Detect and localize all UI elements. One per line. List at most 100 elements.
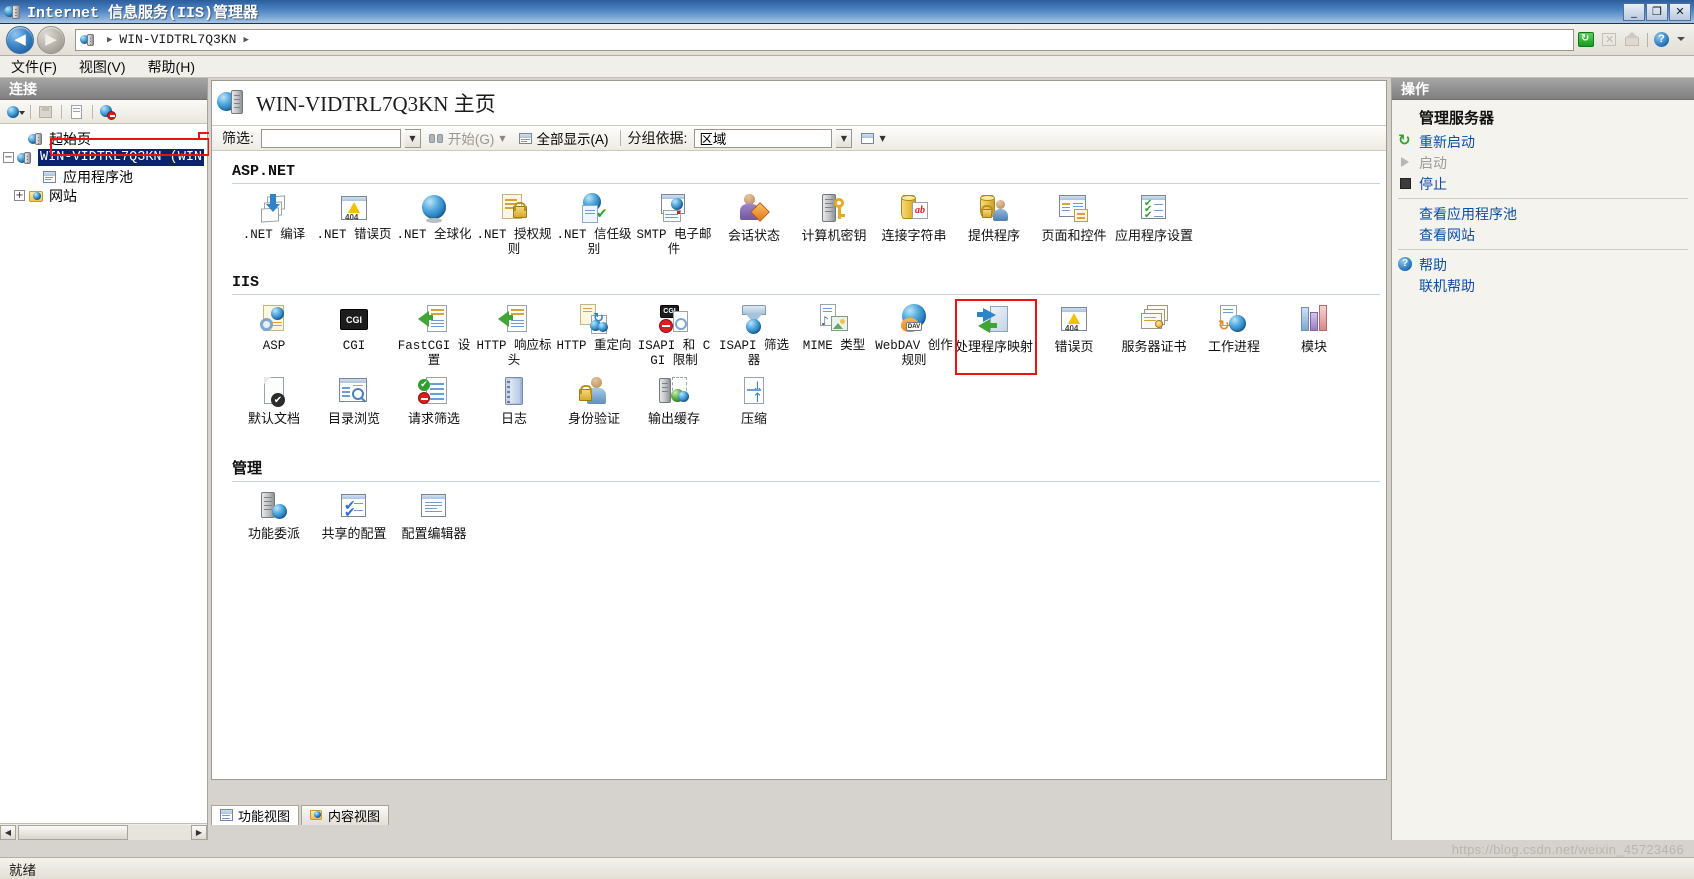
status-bar: 就绪 (0, 857, 1694, 879)
tree-expander-sites[interactable]: + (14, 190, 25, 201)
action-online-help[interactable]: 联机帮助 (1392, 275, 1694, 296)
feature-label: 服务器证书 (1121, 339, 1187, 354)
actions-divider-2 (1398, 249, 1688, 250)
scroll-thumb[interactable] (18, 824, 128, 840)
configuration-editor-icon (417, 490, 451, 524)
tree-item-label: 起始页 (49, 130, 91, 147)
filter-text-field[interactable] (261, 129, 400, 147)
feature-smtp-email[interactable]: SMTP 电子邮件 (634, 192, 714, 258)
edit-icon[interactable] (68, 103, 86, 121)
default-document-icon: ✔ (257, 375, 291, 409)
feature-session-state[interactable]: 会话状态 (714, 192, 794, 258)
dropdown-icon[interactable] (1676, 31, 1686, 48)
feature-modules[interactable]: 模块 (1274, 303, 1354, 369)
feature-worker-processes[interactable]: ↻ 工作进程 (1194, 303, 1274, 369)
disconnect-icon[interactable] (99, 103, 117, 121)
tree-item-app-pools[interactable]: 应用程序池 (0, 167, 207, 186)
filter-go-button[interactable]: 开始(G) ▼ (425, 128, 510, 148)
directory-browsing-icon (337, 375, 371, 409)
help-icon[interactable]: ? (1653, 31, 1671, 48)
forward-button[interactable]: ▶ (37, 25, 65, 54)
tree-item-server[interactable]: − WIN-VIDTRL7Q3KN (WIN (0, 148, 207, 167)
group-items-aspnet: .NET 编译 404 .NET 错误页 .NET 全球化 .NET 授权规则 … (226, 188, 1386, 260)
feature-machine-key[interactable]: 计算机密钥 (794, 192, 874, 258)
feature-connection-strings[interactable]: ab 连接字符串 (874, 192, 954, 258)
close-button[interactable]: ✕ (1669, 2, 1691, 21)
feature-asp[interactable]: ASP (234, 303, 314, 369)
feature-authentication[interactable]: 身份验证 (554, 375, 634, 437)
feature-mime-types[interactable]: ♪ MIME 类型 (794, 303, 874, 369)
feature-application-settings[interactable]: ✔ ✔ ✔ 应用程序设置 (1114, 192, 1194, 258)
tree-item-sites[interactable]: + 网站 (0, 186, 207, 205)
group-by-dropdown-icon[interactable]: ▼ (836, 128, 853, 148)
net-globalization-icon (417, 192, 451, 226)
feature-cgi[interactable]: CGI FastCGI 设置 CGI (314, 303, 394, 369)
feature-error-pages[interactable]: 404 错误页 (1034, 303, 1114, 369)
menu-file[interactable]: 文件(F) (0, 55, 68, 79)
feature-handler-mappings[interactable]: 处理程序映射 (954, 299, 1037, 375)
action-label: 帮助 (1419, 256, 1447, 273)
menu-help[interactable]: 帮助(H) (137, 55, 206, 79)
connections-header: 连接 (0, 78, 207, 100)
action-restart[interactable]: ↻ 重新启动 (1392, 131, 1694, 152)
feature-net-globalization[interactable]: .NET 全球化 (394, 192, 474, 258)
tree-item-start-page[interactable]: 起始页 (0, 129, 207, 148)
feature-label: 连接字符串 (881, 228, 947, 243)
tab-content-view[interactable]: 内容视图 (301, 805, 390, 825)
group-by-value[interactable]: 区域 (694, 128, 833, 148)
feature-http-redirect[interactable]: ↻ HTTP 重定向 (554, 303, 634, 369)
breadcrumb-server[interactable]: WIN-VIDTRL7Q3KN (119, 32, 236, 47)
feature-feature-delegation[interactable]: 功能委派 (234, 490, 314, 552)
connections-tree[interactable]: 起始页 − WIN-VIDTRL7Q3KN (WIN 应用程序池 + 网站 (0, 124, 207, 823)
feature-output-caching[interactable]: 输出缓存 (634, 375, 714, 437)
feature-http-response-headers[interactable]: HTTP 响应标头 (474, 303, 554, 369)
feature-default-document[interactable]: ✔ 默认文档 (234, 375, 314, 437)
feature-pages-and-controls[interactable]: 页面和控件 (1034, 192, 1114, 258)
refresh-icon[interactable]: ↻ (1578, 31, 1596, 48)
connections-horizontal-scrollbar[interactable]: ◀ ▶ (0, 823, 207, 840)
server-icon (17, 150, 34, 166)
action-view-app-pools[interactable]: 查看应用程序池 (1392, 203, 1694, 224)
feature-net-error-pages[interactable]: 404 .NET 错误页 (314, 192, 394, 258)
feature-shared-configuration[interactable]: ✔ ✔ 共享的配置 (314, 490, 394, 552)
feature-label: 共享的配置 (321, 526, 387, 541)
connections-toolbar (0, 100, 207, 124)
tree-expander-server[interactable]: − (3, 152, 14, 163)
feature-net-compilation[interactable]: .NET 编译 (234, 192, 314, 258)
feature-server-certificates[interactable]: 服务器证书 (1114, 303, 1194, 369)
view-mode-button[interactable]: ▼ (856, 131, 889, 146)
feature-isapi-filters[interactable]: ISAPI 筛选器 (714, 303, 794, 369)
tab-features-view[interactable]: 功能视图 (211, 805, 300, 825)
filter-input[interactable] (260, 128, 401, 148)
menu-view[interactable]: 视图(V) (68, 55, 137, 79)
filter-dropdown-icon[interactable]: ▼ (404, 128, 421, 148)
feature-fastcgi-settings[interactable]: FastCGI 设置 (394, 303, 474, 369)
address-path-field[interactable]: ▶ WIN-VIDTRL7Q3KN ▶ (75, 28, 1574, 51)
feature-webdav-authoring-rules[interactable]: DAV WebDAV 创作规则 (874, 303, 954, 369)
scroll-left-button[interactable]: ◀ (0, 824, 16, 840)
feature-directory-browsing[interactable]: 目录浏览 (314, 375, 394, 437)
feature-request-filtering[interactable]: ✔ 请求筛选 (394, 375, 474, 437)
action-help[interactable]: ? 帮助 (1392, 254, 1694, 275)
connect-to-icon[interactable] (6, 103, 25, 121)
group-items-management: 功能委派 ✔ ✔ 共享的配置 配置编辑器 (226, 486, 1386, 554)
page-title: WIN-VIDTRL7Q3KN 主页 (256, 92, 496, 116)
feature-net-authorization-rules[interactable]: .NET 授权规则 (474, 192, 554, 258)
feature-net-trust-levels[interactable]: ✔ .NET 信任级别 (554, 192, 634, 258)
feature-configuration-editor[interactable]: 配置编辑器 (394, 490, 474, 552)
feature-isapi-cgi-restrictions[interactable]: CGI ISAPI 和 CGI 限制 (634, 303, 714, 369)
action-view-sites[interactable]: 查看网站 (1392, 224, 1694, 245)
feature-label: .NET 信任级别 (556, 228, 632, 257)
maximize-button[interactable]: ❐ (1646, 2, 1668, 21)
feature-logging[interactable]: 日志 (474, 375, 554, 437)
scroll-right-button[interactable]: ▶ (191, 824, 207, 840)
pages-and-controls-icon (1057, 192, 1091, 226)
show-all-button[interactable]: 全部显示(A) (514, 128, 613, 148)
minimize-button[interactable]: _ (1623, 2, 1645, 21)
scroll-track[interactable] (16, 824, 191, 840)
feature-providers[interactable]: 提供程序 (954, 192, 1034, 258)
back-button[interactable]: ◀ (6, 25, 34, 54)
action-stop[interactable]: 停止 (1392, 173, 1694, 194)
application-settings-icon: ✔ ✔ ✔ (1137, 192, 1171, 226)
feature-compression[interactable]: ↓ ↑ 压缩 (714, 375, 794, 437)
